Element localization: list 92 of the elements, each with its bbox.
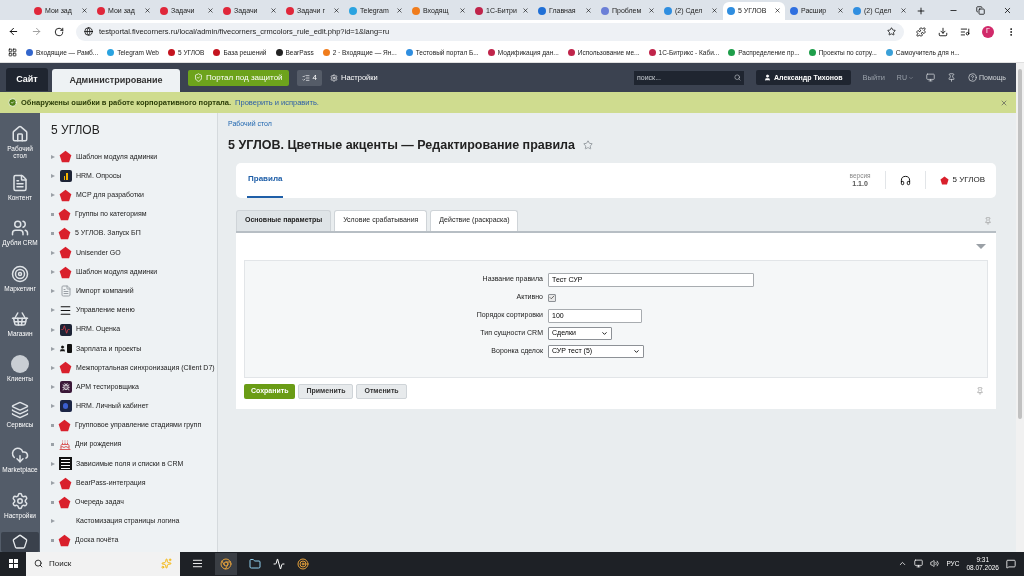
close-icon[interactable] (585, 7, 592, 15)
user-icon (764, 74, 771, 82)
pentagon-logo-icon (59, 188, 72, 202)
cloud-icon (11, 446, 29, 465)
close-icon[interactable] (774, 7, 781, 15)
cake-icon (58, 438, 71, 451)
admin-tab[interactable]: Сайт (6, 68, 48, 92)
close-icon[interactable] (837, 7, 844, 15)
shield-icon (194, 73, 203, 83)
close-icon[interactable] (1000, 98, 1008, 107)
extensions-icon[interactable] (916, 26, 926, 37)
search-icon[interactable] (734, 74, 741, 82)
list-icon (301, 73, 310, 82)
chart-icon (59, 170, 72, 183)
users-icon (11, 219, 29, 238)
menu-title: 5 УГЛОВ (51, 122, 101, 140)
list-icon (59, 303, 72, 317)
dropdown-caret-icon (633, 348, 640, 356)
start-icon[interactable] (8, 559, 18, 569)
check-circle-icon (8, 98, 17, 108)
basket-icon (11, 310, 29, 329)
reload-icon[interactable] (54, 26, 64, 37)
pulse-icon (59, 323, 72, 336)
scrollbar[interactable] (1016, 63, 1024, 552)
search-icon (34, 559, 43, 569)
pentagon-logo-icon (59, 265, 72, 279)
bookmark-star-icon[interactable] (887, 27, 896, 37)
collapse-arrow-icon[interactable] (976, 243, 986, 249)
close-icon[interactable] (711, 7, 718, 15)
close-icon[interactable] (270, 7, 277, 15)
close-icon[interactable] (459, 7, 466, 15)
close-icon[interactable] (81, 7, 88, 15)
forward-icon[interactable] (31, 26, 42, 38)
checkbox[interactable] (548, 293, 556, 302)
restore-icon[interactable] (976, 5, 985, 15)
close-icon[interactable] (396, 7, 403, 15)
task-view-icon[interactable] (192, 558, 203, 570)
sparkles-icon (161, 558, 172, 570)
document-icon (59, 285, 72, 298)
caret-icon (907, 74, 914, 81)
person-card-icon (59, 343, 72, 355)
new-tab-icon[interactable] (916, 5, 926, 16)
module-tab[interactable]: Правила (247, 162, 284, 198)
back-icon[interactable] (8, 26, 19, 38)
close-window-icon[interactable] (1003, 5, 1012, 15)
pentagon-icon (12, 534, 28, 551)
pentagon-logo-icon (58, 495, 71, 509)
help-icon (967, 73, 977, 83)
pentagon-logo-icon (59, 361, 72, 375)
apps-icon[interactable] (8, 48, 17, 58)
close-icon[interactable] (333, 7, 340, 15)
user-icon (59, 400, 72, 413)
doc-icon (11, 173, 29, 192)
pentagon-logo-icon (58, 419, 71, 433)
media-icon[interactable] (960, 26, 970, 37)
brand-name: 5 УГЛОВ (952, 174, 985, 187)
dropdown-caret-icon (601, 330, 608, 338)
network-icon[interactable] (914, 559, 924, 569)
lines-icon (59, 457, 72, 471)
monitor-icon[interactable] (925, 73, 935, 83)
pin-icon[interactable] (946, 73, 956, 83)
bug-icon (59, 381, 72, 394)
close-icon[interactable] (144, 7, 151, 15)
close-icon[interactable] (522, 7, 529, 15)
gear-icon (11, 491, 29, 510)
support-headset-icon[interactable] (899, 174, 911, 186)
favorite-star-icon[interactable] (583, 140, 593, 151)
home-icon (11, 124, 29, 143)
layers-icon (11, 400, 29, 419)
notifications-icon[interactable] (1006, 559, 1016, 569)
pentagon-logo-icon (59, 476, 72, 490)
notifications-button[interactable]: 4 (296, 69, 322, 86)
volume-icon[interactable] (930, 559, 940, 569)
app-icon[interactable] (249, 558, 261, 570)
close-icon[interactable] (207, 7, 214, 15)
app-icon[interactable] (297, 558, 309, 570)
pentagon-logo-icon (59, 246, 72, 260)
download-icon[interactable] (938, 26, 948, 37)
pentagon-logo-icon (939, 175, 949, 185)
target-icon (11, 264, 29, 283)
pentagon-logo-icon (58, 534, 71, 548)
close-icon[interactable] (900, 7, 907, 15)
taskbar-search[interactable]: Поиск (26, 552, 180, 576)
section-item[interactable] (1, 532, 39, 552)
settings-icon (330, 73, 338, 82)
site-info-icon (84, 27, 93, 37)
pentagon-logo-icon (58, 227, 71, 241)
page-title: 5 УГЛОВ. Цветные акценты — Редактирование правила (228, 136, 575, 154)
pentagon-logo-icon (59, 150, 72, 164)
admin-tab[interactable]: Администрирование (52, 69, 180, 93)
pentagon-logo-icon (58, 207, 71, 221)
close-icon[interactable] (648, 7, 655, 15)
